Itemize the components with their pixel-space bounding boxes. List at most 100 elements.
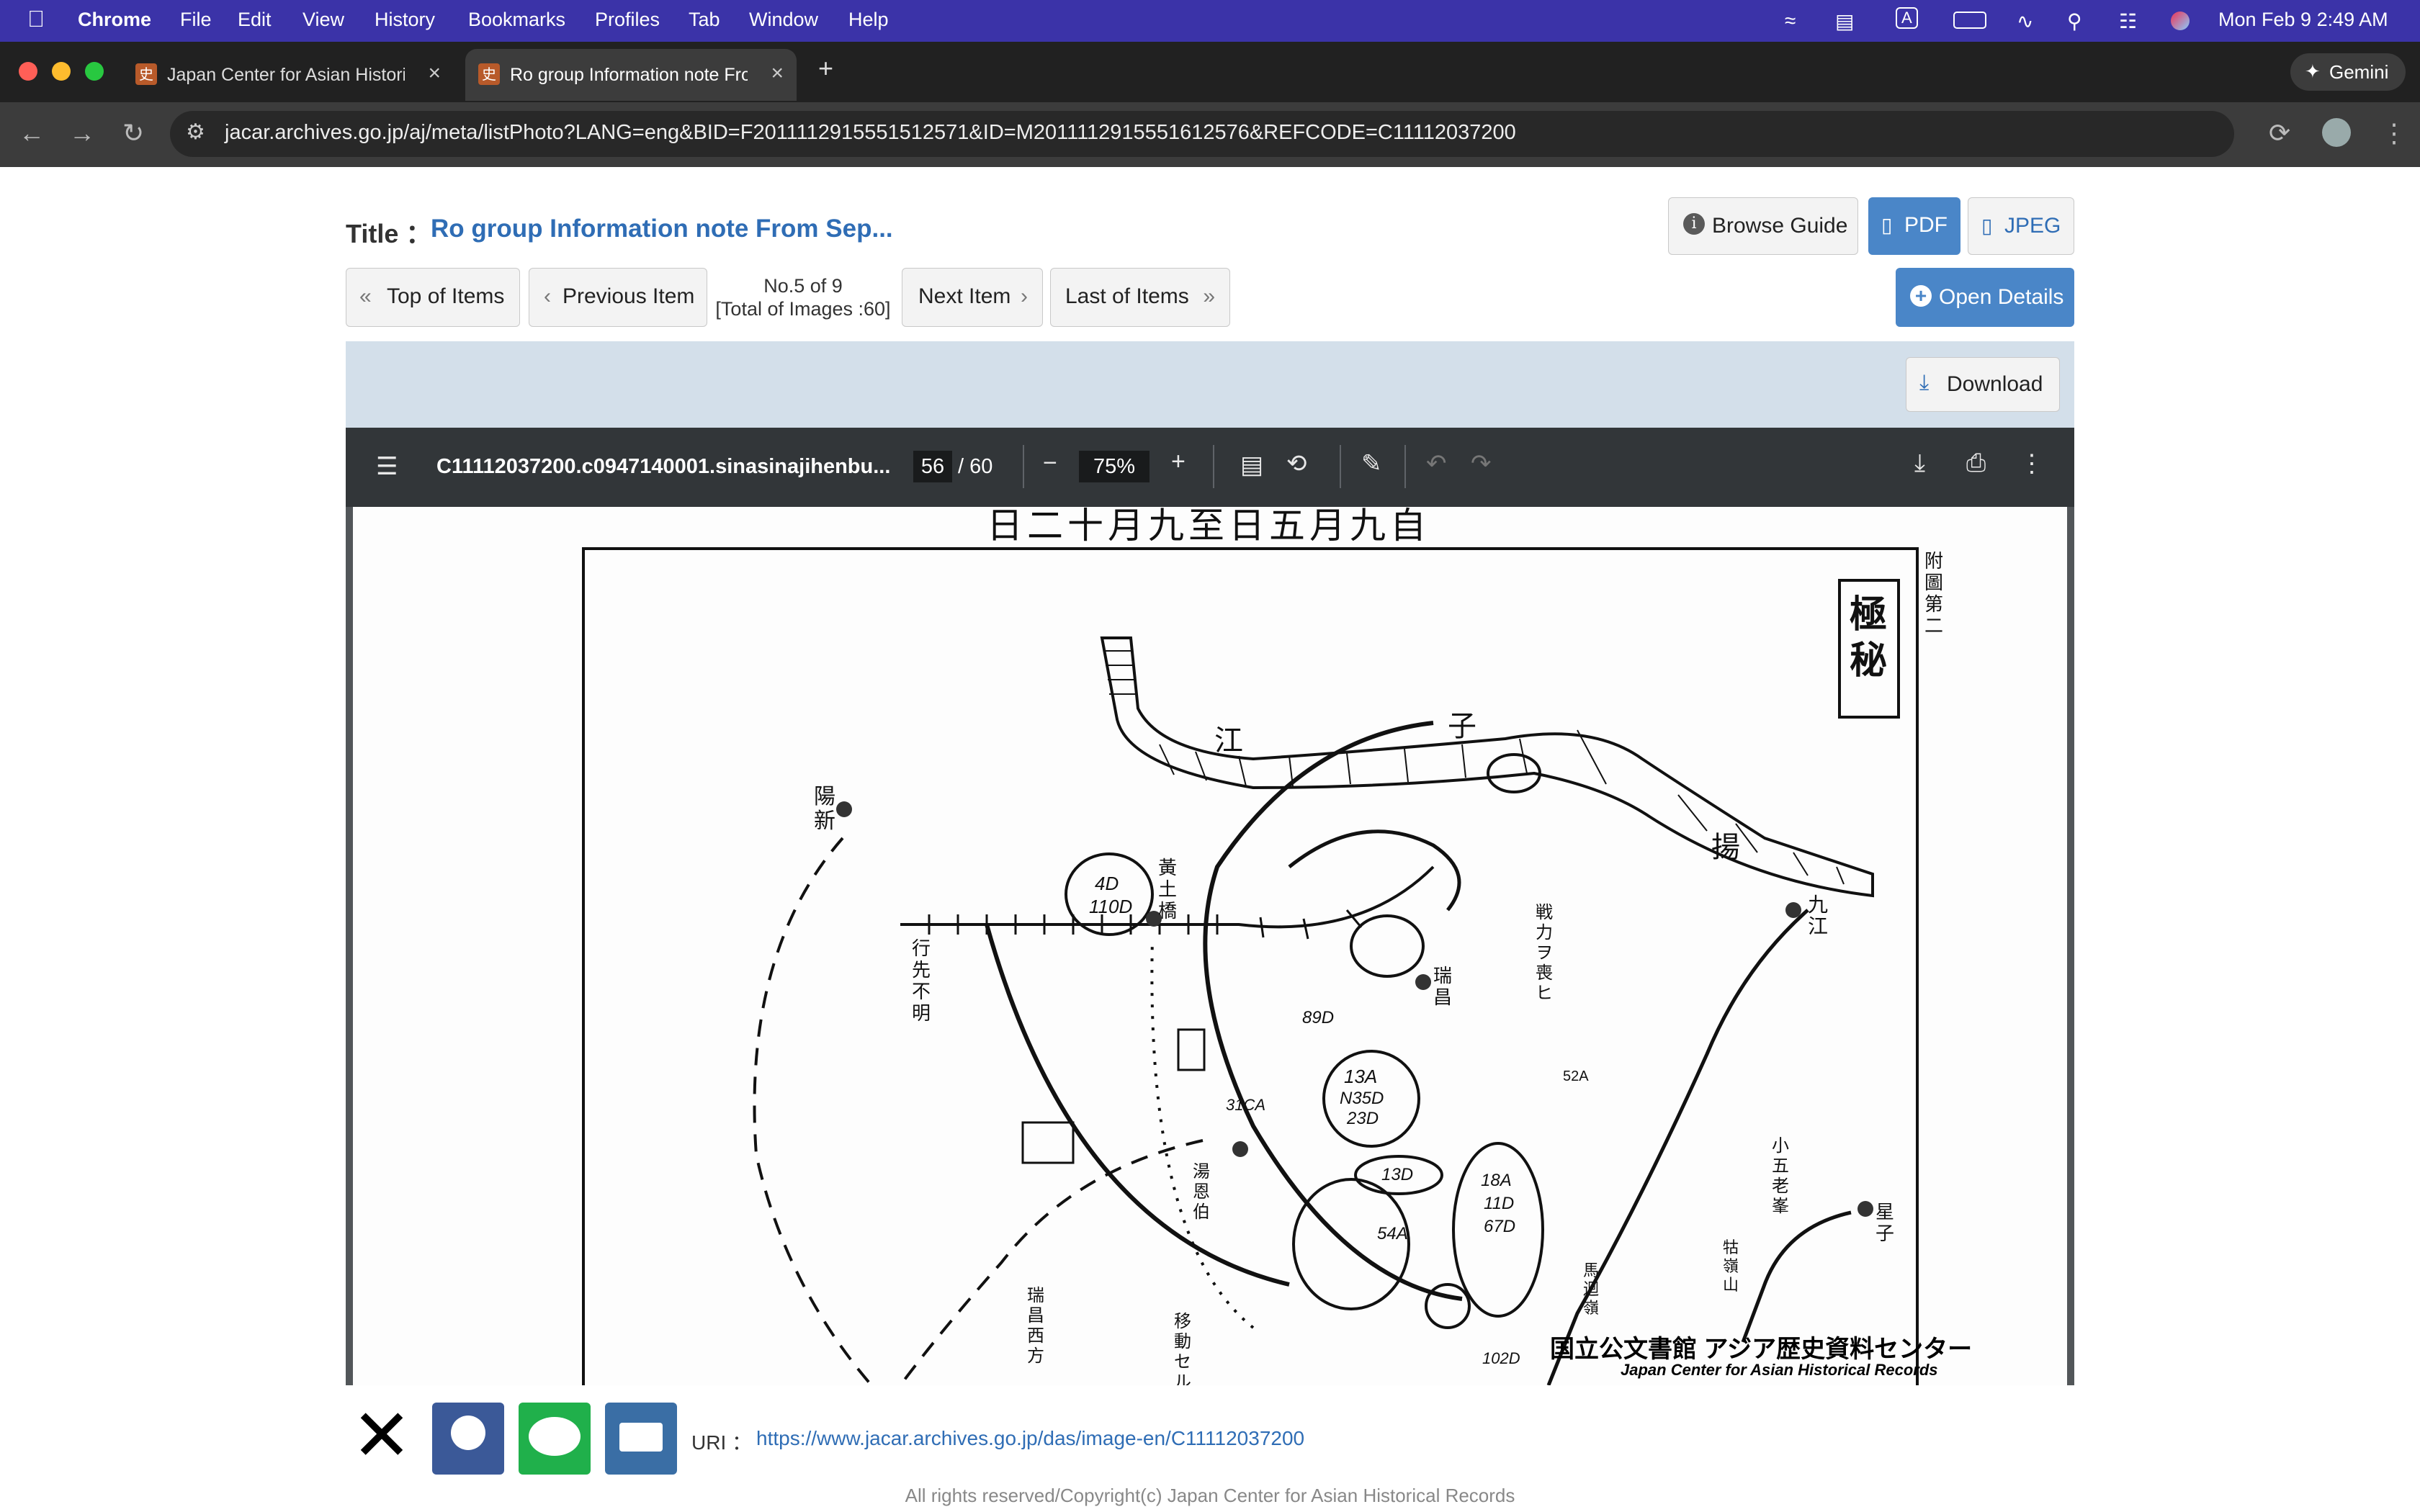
fit-page-icon[interactable]: ▤ [1240,451,1263,480]
next-item-button[interactable]: Next Item › [902,268,1043,327]
uri-link[interactable]: https://www.jacar.archives.go.jp/das/ima… [756,1427,1304,1450]
dashed-route [753,837,873,1385]
menu-history[interactable]: History [375,9,435,31]
download-bar [346,341,2074,428]
jpeg-button[interactable]: ▯ JPEG [1968,197,2074,255]
map-label: 行先不明 [912,937,931,1024]
open-details-label: Open Details [1939,285,2064,309]
chrome-menu-kebab-icon[interactable]: ⋮ [2381,118,2407,148]
back-arrow-icon[interactable]: ← [19,118,45,148]
zoom-level-input[interactable]: 75% [1079,451,1150,482]
map-label: 18A [1481,1171,1512,1190]
tab-close-icon[interactable]: × [428,61,441,86]
menu-view[interactable]: View [302,9,344,31]
page-number-input[interactable]: 56 [913,451,952,482]
more-options-icon[interactable]: ⋮ [2020,449,2044,478]
map-label: 13D [1381,1165,1414,1184]
zoom-out-icon[interactable]: − [1043,449,1057,477]
facebook-share-button[interactable] [432,1403,504,1475]
tab-japan-center[interactable]: 史 Japan Center for Asian Histori × [122,49,454,101]
menu-help[interactable]: Help [848,9,889,31]
audio-icon[interactable]: ≈ [1785,9,1796,32]
troop-arrow [1288,829,1461,912]
menu-clock[interactable]: Mon Feb 9 2:49 AM [2218,9,2388,31]
undo-icon[interactable]: ↶ [1426,449,1447,478]
open-details-button[interactable]: + Open Details [1896,268,2074,327]
annotate-pen-icon[interactable]: ✎ [1361,449,1382,478]
wifi-icon[interactable]: ∿ [2017,9,2033,33]
gemini-button[interactable]: ✦ Gemini [2290,53,2406,91]
pdf-download-icon[interactable]: ⤓ [1914,449,1925,477]
print-icon[interactable]: ⎙ [1966,449,1986,477]
browse-guide-button[interactable]: i Browse Guide [1668,197,1858,255]
top-of-items-button[interactable]: « Top of Items [346,268,520,327]
map-label: 11D [1484,1194,1515,1213]
map-label: 子 [1448,711,1476,742]
toolbar-divider [1213,445,1214,488]
download-button[interactable]: ⤓ Download [1906,357,2060,412]
map-label: 110D [1089,896,1133,917]
title-label: Title ： [346,219,432,248]
control-center-icon[interactable]: ☷ [2119,9,2137,33]
pdf-file-icon: ▯ [1881,214,1893,236]
menu-profiles[interactable]: Profiles [595,9,660,31]
previous-item-button[interactable]: ‹ Previous Item [529,268,707,327]
sidebar-menu-icon[interactable]: ☰ [376,452,398,481]
line-share-button[interactable] [519,1403,591,1475]
double-chevron-left-icon: « [359,284,372,308]
tab-ro-group[interactable]: 史 Ro group Information note Fro × [465,49,797,101]
reload-icon[interactable]: ↻ [122,118,144,148]
pdf-button[interactable]: ▯ PDF [1868,197,1960,255]
menu-bookmarks[interactable]: Bookmarks [468,9,565,31]
map-label: 馬迴嶺 [1583,1261,1600,1317]
copyright-text: All rights reserved/Copyright(c) Japan C… [905,1485,1515,1506]
unit-circle [1350,914,1425,978]
plus-circle-icon: + [1910,285,1932,307]
url-text[interactable]: jacar.archives.go.jp/aj/meta/listPhoto?L… [225,121,1516,145]
map-label: 九江 [1808,894,1829,937]
site-info-icon[interactable]: ⚙ [186,120,205,145]
siri-icon[interactable] [2171,12,2190,30]
toolbar-divider [1340,445,1341,488]
menu-file[interactable]: File [180,9,212,31]
spotlight-search-icon[interactable]: ⚲ [2067,9,2082,33]
rotate-icon[interactable]: ⟲ [1286,449,1307,478]
document-header: 日二十月九至日五月九自 [987,507,1430,546]
line-logo-icon [529,1417,581,1456]
historical-map-figure [582,547,1919,1385]
map-label: 戦力ヲ喪ヒ [1536,903,1553,1003]
apple-icon[interactable]:  [27,6,45,32]
date-box [1177,1028,1206,1071]
last-of-items-button[interactable]: Last of Items » [1050,268,1230,327]
pdf-viewer-canvas[interactable]: 日二十月九至日五月九自 極秘 附圖第二 江 子 揚 陽新 九江 瑞昌 星子 行先… [346,507,2074,1385]
zoom-in-icon[interactable]: + [1171,448,1186,476]
browse-guide-label: Browse Guide [1712,214,1848,238]
x-share-button[interactable]: ✕ [346,1400,418,1475]
pdf-viewer-toolbar: ☰ C11112037200.c0947140001.sinasinajihen… [346,428,2074,507]
sparkle-icon: ✦ [2305,60,2321,82]
download-label: Download [1947,372,2043,396]
facebook-logo-icon [451,1416,485,1450]
river-branch [1741,1210,1852,1343]
menu-app-name[interactable]: Chrome [78,9,151,31]
email-share-button[interactable] [605,1403,677,1475]
menu-edit[interactable]: Edit [238,9,272,31]
menu-window[interactable]: Window [749,9,818,31]
window-close-button[interactable] [19,62,37,81]
extension-icon[interactable]: ⟳ [2269,118,2290,148]
redo-icon[interactable]: ↷ [1471,449,1492,478]
battery-icon[interactable] [1953,12,1986,29]
map-label: 移動セル [1174,1312,1191,1385]
window-minimize-button[interactable] [52,62,71,81]
map-label: 52A [1563,1068,1589,1084]
profile-avatar[interactable] [2322,118,2351,147]
forward-arrow-icon[interactable]: → [69,118,95,148]
page-title[interactable]: Ro group Information note From Sep... [431,215,893,243]
window-zoom-button[interactable] [85,62,104,81]
secret-stamp: 極秘 [1850,593,1888,683]
new-tab-plus-icon[interactable]: + [818,53,833,84]
tab-close-icon[interactable]: × [771,61,784,86]
car-icon[interactable]: ▤ [1835,9,1854,33]
menu-tab[interactable]: Tab [689,9,720,31]
input-source-icon[interactable]: A [1896,7,1918,29]
